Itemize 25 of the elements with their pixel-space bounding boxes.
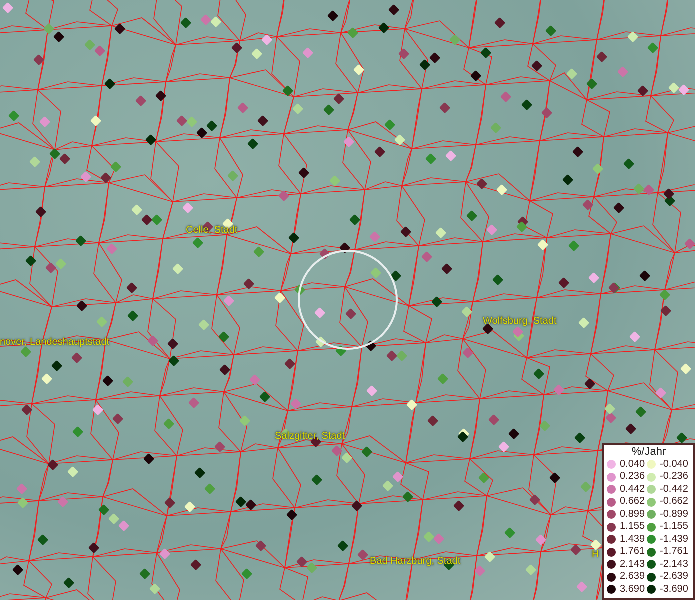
legend-label: -0.236 [660,472,688,482]
legend-label: 0.236 [620,472,646,482]
legend-label: 3.690 [620,584,646,595]
legend-label: -3.690 [660,584,688,595]
legend-label: -1.761 [660,547,688,558]
legend-label: -0.662 [660,497,688,508]
place-label: Wolfsburg, Stadt [483,317,557,327]
legend-label: 0.662 [620,497,646,508]
legend-label: -2.143 [660,560,688,570]
legend-label: 1.155 [620,522,646,532]
legend-title: %/Jahr [630,446,668,458]
legend-label: -0.040 [660,460,688,470]
legend-label: -0.442 [660,484,688,495]
legend-label: 0.040 [620,460,646,470]
legend-label: 2.143 [620,560,646,570]
legend-label: 0.899 [620,510,646,520]
legend-label: 1.761 [620,547,646,558]
legend-label: -0.899 [660,510,688,520]
legend-label: 1.439 [620,534,646,545]
legend-label: 2.639 [620,572,646,582]
legend-label: -2.639 [660,572,688,582]
legend-label: 0.442 [620,484,646,495]
place-label: H [592,550,600,560]
legend-label: -1.155 [660,522,688,532]
legend-label: -1.439 [660,534,688,545]
